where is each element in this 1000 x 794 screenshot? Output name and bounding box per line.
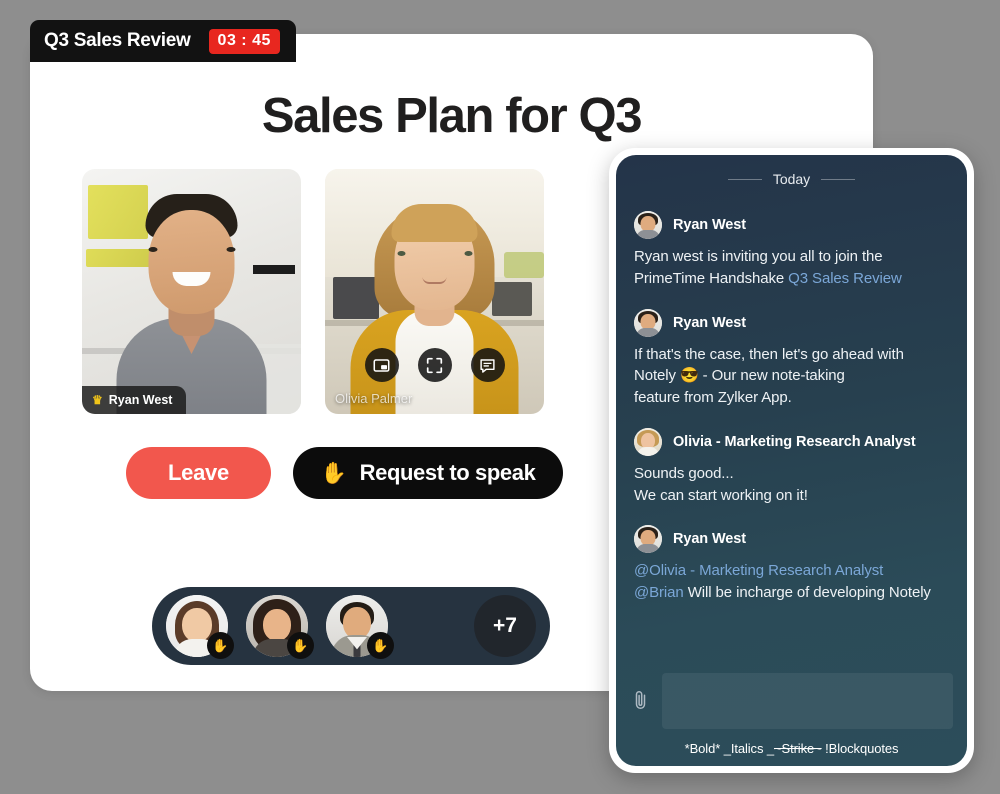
meeting-timer: 03 : 45 xyxy=(208,28,280,54)
chat-mention-brian[interactable]: @Brian xyxy=(634,584,684,601)
message-text-part: feature from Zylker App. xyxy=(634,389,792,406)
participant-video-ryan-west xyxy=(82,194,301,414)
chat-message-list: Ryan West Ryan west is inviting you all … xyxy=(616,191,967,661)
chat-message-header: Ryan West xyxy=(634,308,949,337)
tile-control-bar xyxy=(364,348,505,382)
request-to-speak-label: Request to speak xyxy=(359,460,536,485)
chat-message-author: Ryan West xyxy=(673,217,746,233)
chat-message-text: Sounds good... We can start working on i… xyxy=(634,463,949,507)
participant-avatar-1[interactable]: ✋ xyxy=(166,595,234,659)
fullscreen-button[interactable] xyxy=(417,348,452,382)
chat-message: Olivia - Marketing Research Analyst Soun… xyxy=(634,427,949,507)
picture-in-picture-button[interactable] xyxy=(364,348,399,382)
video-tile-grid: ♛ Ryan West Olivia Palmer xyxy=(82,169,544,414)
raised-hand-icon: ✋ xyxy=(367,632,394,659)
hint-italics: _Italics _ xyxy=(723,741,774,756)
chat-icon xyxy=(479,357,496,374)
message-text-part: Sounds good... xyxy=(634,464,734,482)
message-text-part: If that's the case, then let's go ahead … xyxy=(634,345,904,363)
chat-message-text: Ryan west is inviting you all to join th… xyxy=(634,246,949,290)
tile-chat-button[interactable] xyxy=(470,348,505,382)
paperclip-icon xyxy=(634,689,648,714)
request-to-speak-button[interactable]: ✋ Request to speak xyxy=(292,447,564,499)
chat-message: Ryan West Ryan west is inviting you all … xyxy=(634,211,949,290)
leave-button[interactable]: Leave xyxy=(126,447,271,499)
sunglasses-emoji-icon: 😎 xyxy=(680,367,699,385)
chat-composer-area: *Bold* _Italics _~Strike~ !Blockquotes xyxy=(616,661,967,766)
message-text-part: We can start working on it! xyxy=(634,486,808,504)
participant-avatar-3[interactable]: ✋ xyxy=(326,595,394,659)
hint-blockquotes: !Blockquotes xyxy=(825,741,899,756)
chat-message-header: Olivia - Marketing Research Analyst xyxy=(634,427,949,456)
chat-message-author: Olivia - Marketing Research Analyst xyxy=(673,433,916,450)
tile-name-text: Ryan West xyxy=(108,393,173,407)
message-text-part: Will be incharge of developing Notely xyxy=(683,584,931,601)
formatting-hints: *Bold* _Italics _~Strike~ !Blockquotes xyxy=(630,729,953,758)
chat-message-input[interactable] xyxy=(662,673,953,729)
participant-overflow-count[interactable]: +7 xyxy=(474,595,536,657)
tile-name-label-olivia-palmer: Olivia Palmer xyxy=(335,391,413,406)
avatar[interactable] xyxy=(634,211,662,239)
chat-message: Ryan West @Olivia - Marketing Research A… xyxy=(634,525,949,604)
chat-message-text: @Olivia - Marketing Research Analyst @Br… xyxy=(634,560,949,604)
chat-message-author: Ryan West xyxy=(673,531,746,548)
avatar[interactable] xyxy=(634,308,662,337)
raised-hand-icon: ✋ xyxy=(287,632,314,659)
window-title-bar: Q3 Sales Review 03 : 45 xyxy=(30,20,296,62)
hint-strike: ~Strike~ xyxy=(774,741,822,756)
participant-avatar-row: ✋ ✋ ✋ xyxy=(166,595,406,659)
page-title: Sales Plan for Q3 xyxy=(261,89,643,143)
chat-panel: Today Ryan West Ryan west is inviting yo… xyxy=(609,148,974,773)
meeting-title: Q3 Sales Review xyxy=(44,30,191,51)
message-text-part: Notely xyxy=(634,367,680,385)
raised-hand-icon: ✋ xyxy=(320,461,347,485)
chat-message: Ryan West If that's the case, then let's… xyxy=(634,308,949,409)
picture-in-picture-icon xyxy=(373,357,390,374)
chat-date-divider: Today xyxy=(616,155,967,191)
avatar[interactable] xyxy=(634,427,662,456)
tile-name-label-ryan-west: ♛ Ryan West xyxy=(82,386,187,414)
avatar[interactable] xyxy=(634,525,662,554)
chat-message-link[interactable]: Q3 Sales Review xyxy=(788,270,902,287)
video-tile-ryan-west[interactable]: ♛ Ryan West xyxy=(82,169,301,414)
crown-icon: ♛ xyxy=(92,393,103,407)
attach-file-button[interactable] xyxy=(630,686,652,716)
participant-avatar-2[interactable]: ✋ xyxy=(246,595,314,659)
chat-panel-inner: Today Ryan West Ryan west is inviting yo… xyxy=(616,155,967,766)
hint-bold: *Bold* xyxy=(684,741,721,756)
chat-message-text: If that's the case, then let's go ahead … xyxy=(634,344,949,409)
message-text-part: - Our new note-taking xyxy=(698,367,845,385)
meeting-action-bar: Leave ✋ Request to speak xyxy=(126,447,564,499)
chat-message-author: Ryan West xyxy=(673,314,746,331)
fullscreen-icon xyxy=(426,357,443,374)
chat-mention-olivia[interactable]: @Olivia - Marketing Research Analyst xyxy=(634,562,883,579)
divider-line-left xyxy=(727,178,762,180)
chat-message-header: Ryan West xyxy=(634,211,949,239)
chat-date-label: Today xyxy=(772,171,811,187)
divider-line-right xyxy=(821,178,856,180)
participant-bar: ✋ ✋ ✋ +7 xyxy=(152,587,550,665)
video-tile-olivia-palmer[interactable]: Olivia Palmer xyxy=(325,169,544,414)
chat-message-header: Ryan West xyxy=(634,525,949,554)
raised-hand-icon: ✋ xyxy=(207,632,234,659)
chat-composer-row xyxy=(630,673,953,729)
